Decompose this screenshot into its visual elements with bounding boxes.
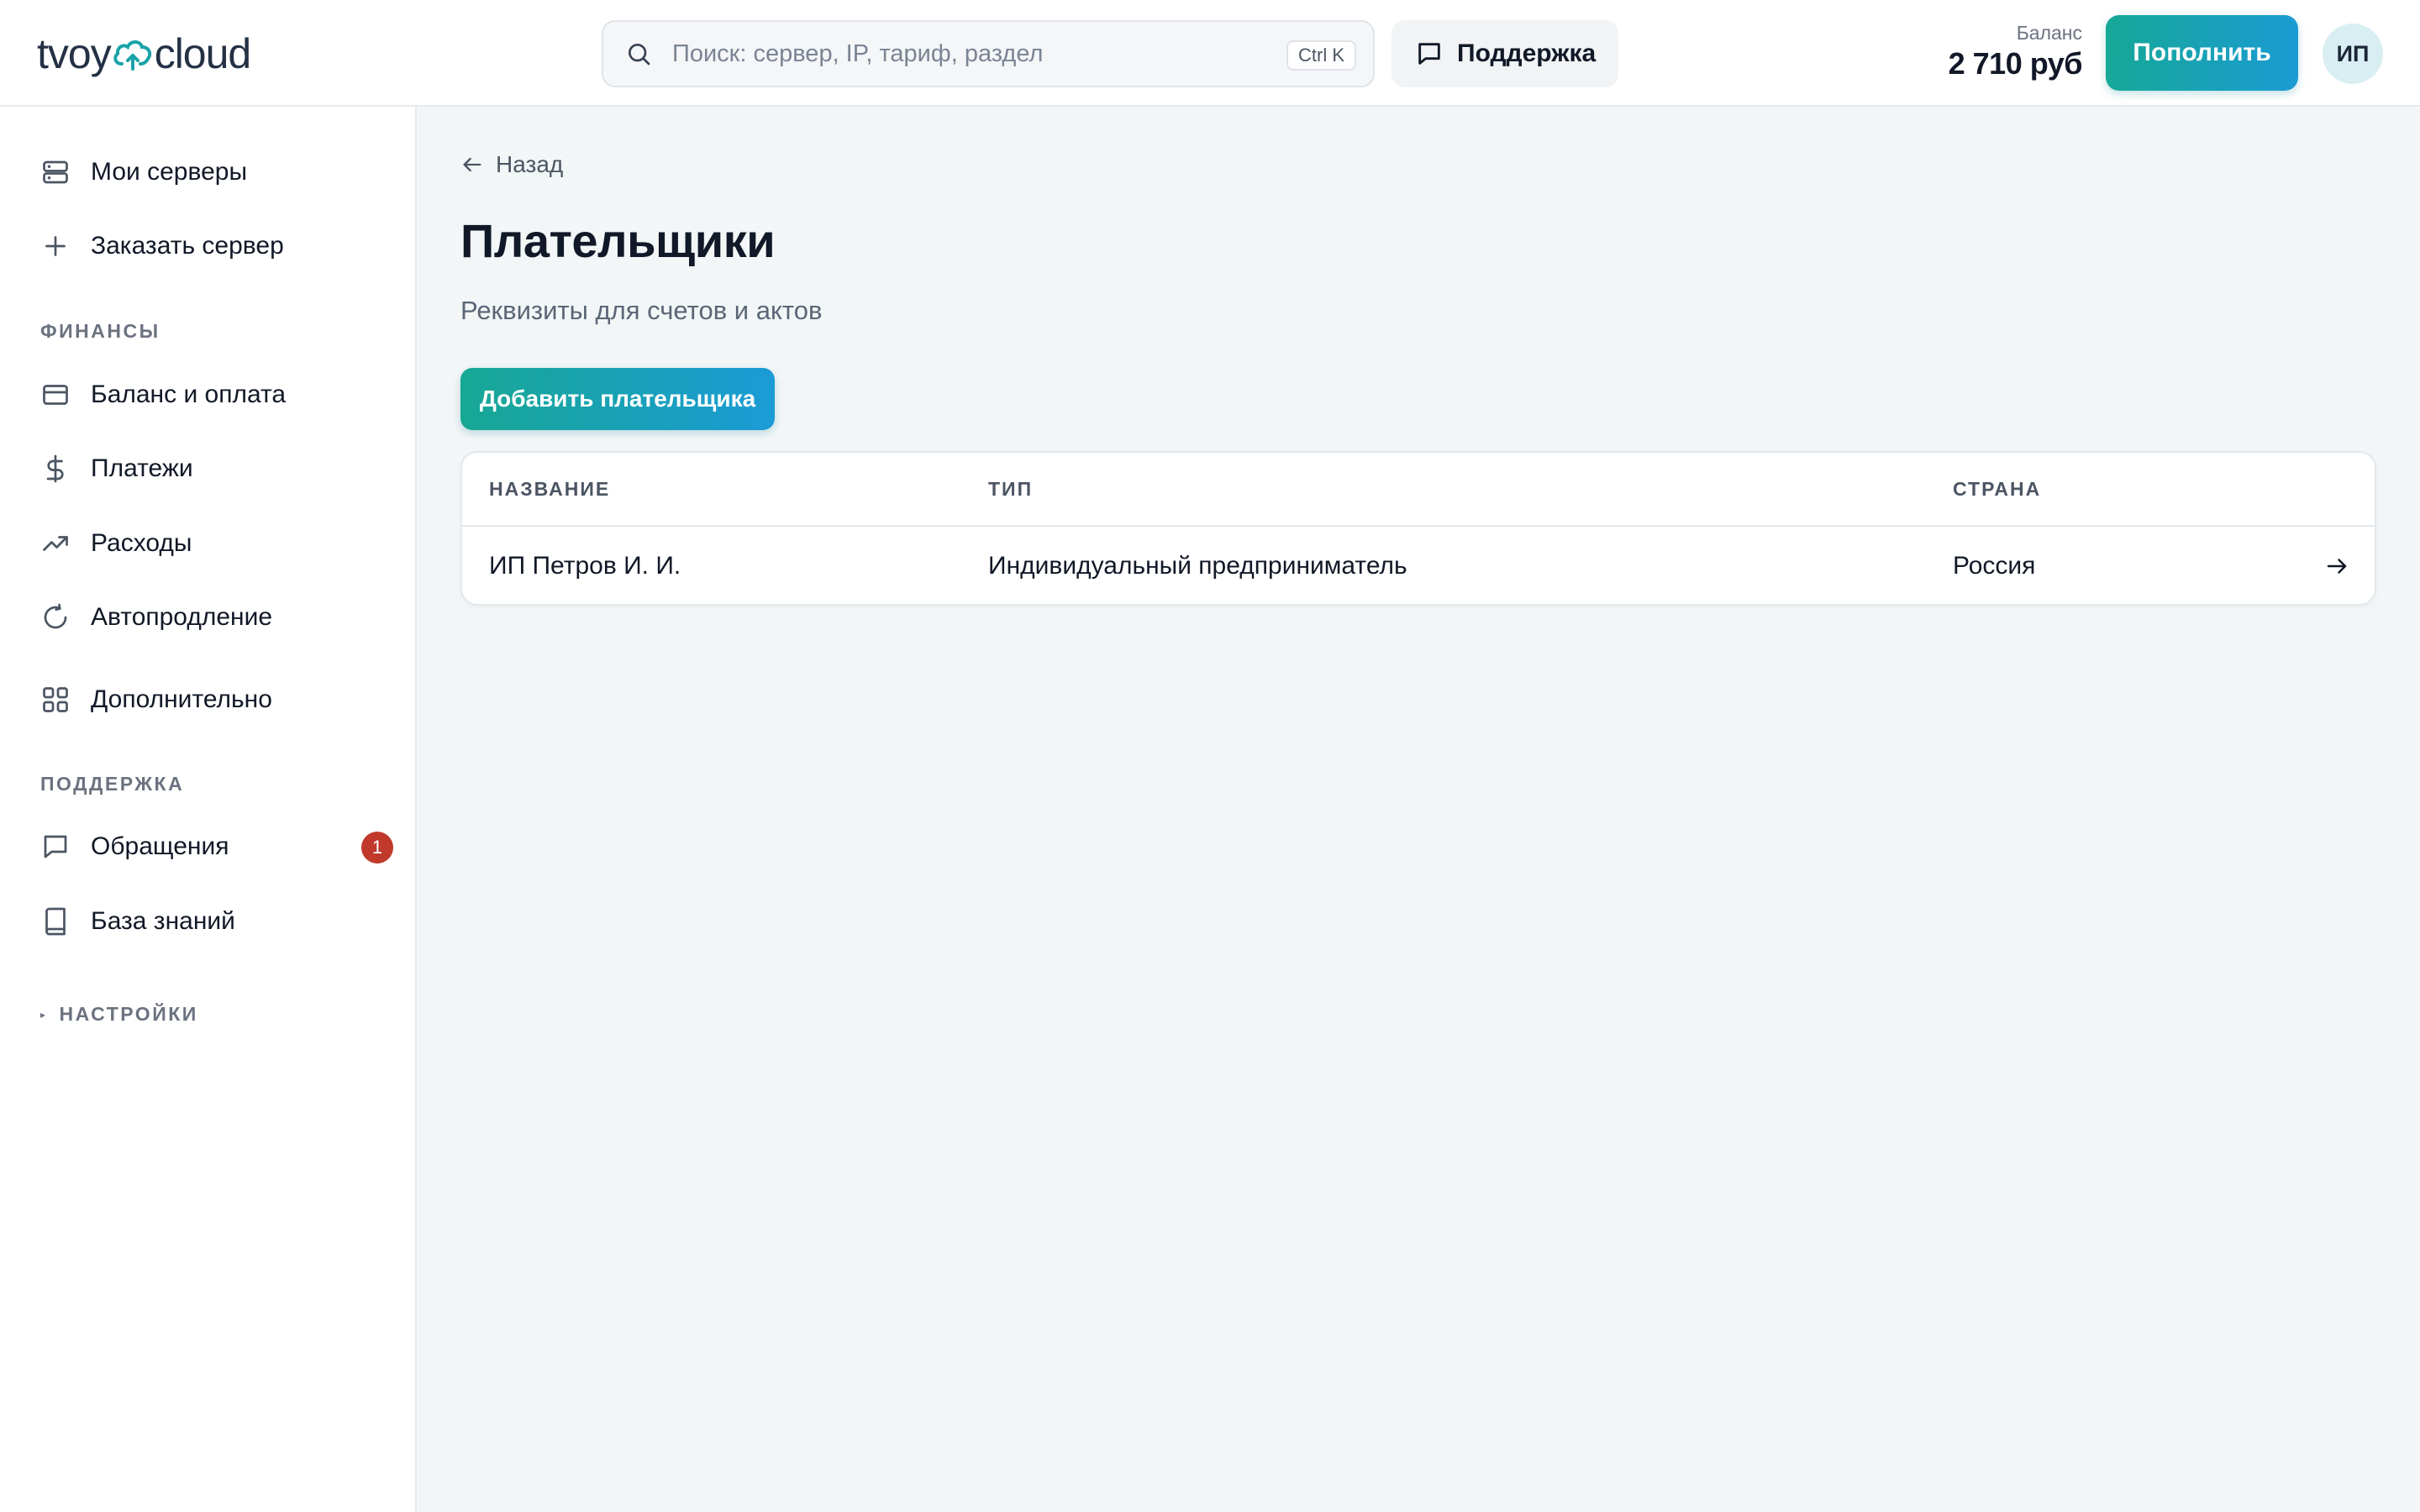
payer-type: Индивидуальный предприниматель <box>988 552 1407 580</box>
search-shortcut-hint: Ctrl K <box>1286 40 1356 71</box>
page-subtitle: Реквизиты для счетов и актов <box>460 296 823 325</box>
global-search[interactable]: Ctrl K <box>602 20 1375 87</box>
balance-label: Баланс <box>2016 22 2082 44</box>
back-link-label: Назад <box>496 151 564 177</box>
grid-icon <box>43 687 68 712</box>
column-header-name: НАЗВАНИЕ <box>489 478 611 500</box>
back-link[interactable]: Назад <box>460 151 563 178</box>
cloud-logo-icon <box>113 40 151 71</box>
page-title: Плательщики <box>460 214 776 267</box>
sidebar-item-tickets[interactable]: Обращения 1 <box>40 822 393 872</box>
plus-icon <box>45 236 66 256</box>
support-button[interactable]: Поддержка <box>1392 20 1618 87</box>
table-row[interactable]: ИП Петров И. И. Индивидуальный предприни… <box>462 527 2375 604</box>
caret-right-icon: ▸ <box>40 1008 48 1021</box>
user-avatar[interactable]: ИП <box>2323 24 2383 84</box>
payer-country: Россия <box>1953 552 2036 580</box>
trending-up-icon <box>43 536 68 551</box>
table-header: НАЗВАНИЕ ТИП СТРАНА <box>462 453 2375 527</box>
sidebar-item-expenses[interactable]: Расходы <box>40 518 393 569</box>
sidebar-item-my-servers[interactable]: Мои серверы <box>40 147 393 197</box>
sidebar-item-label: Платежи <box>91 454 193 482</box>
message-icon <box>1418 43 1440 65</box>
arrow-right-icon[interactable] <box>2324 554 2349 579</box>
top-bar: tvoy cloud Ctrl K Поддержка Баланс 2 710… <box>0 0 2420 107</box>
sidebar-item-label: Автопродление <box>91 603 273 631</box>
sidebar-item-additional[interactable]: Дополнительно <box>40 675 393 725</box>
message-icon <box>44 835 67 858</box>
sidebar-item-label: Баланс и оплата <box>91 381 287 408</box>
server-icon <box>43 160 68 184</box>
section-title-support: ПОДДЕРЖКА <box>40 773 185 795</box>
support-button-label: Поддержка <box>1457 39 1597 67</box>
search-icon <box>629 44 650 66</box>
tickets-count-badge: 1 <box>361 832 393 864</box>
add-payer-button[interactable]: Добавить плательщика <box>460 368 775 430</box>
sidebar-item-balance[interactable]: Баланс и оплата <box>40 370 393 420</box>
topup-button[interactable]: Пополнить <box>2106 15 2298 91</box>
sidebar: Мои серверы Заказать сервер ФИНАНСЫ Бала… <box>0 107 417 1512</box>
logo[interactable]: tvoy cloud <box>37 29 252 79</box>
balance-value: 2 710 руб <box>1948 46 2083 81</box>
settings-section-toggle[interactable]: ▸ НАСТРОЙКИ <box>40 1003 198 1026</box>
book-icon <box>45 907 66 936</box>
sidebar-item-label: Мои серверы <box>91 158 248 186</box>
section-title-finance: ФИНАНСЫ <box>40 320 160 342</box>
sidebar-item-autorenew[interactable]: Автопродление <box>40 592 393 643</box>
arrow-left-icon <box>463 157 481 172</box>
sidebar-item-label: Заказать сервер <box>91 232 284 260</box>
sidebar-item-knowledge-base[interactable]: База знаний <box>40 896 393 947</box>
sidebar-item-label: Дополнительно <box>91 685 272 713</box>
payers-table: НАЗВАНИЕ ТИП СТРАНА ИП Петров И. И. Инди… <box>460 451 2376 606</box>
payer-name: ИП Петров И. И. <box>489 552 681 580</box>
search-input[interactable] <box>672 39 1260 68</box>
logo-text-cloud: cloud <box>154 30 252 77</box>
logo-text-tvoy: tvoy <box>37 30 112 77</box>
dollar-icon <box>46 454 64 483</box>
column-header-type: ТИП <box>988 478 1034 500</box>
sidebar-item-payments[interactable]: Платежи <box>40 444 393 494</box>
sidebar-item-order-server[interactable]: Заказать сервер <box>40 221 393 271</box>
sidebar-item-label: База знаний <box>91 907 235 935</box>
sidebar-item-label: Обращения <box>91 832 229 860</box>
section-title-settings: НАСТРОЙКИ <box>59 1003 198 1025</box>
sidebar-item-label: Расходы <box>91 529 192 557</box>
refresh-icon <box>44 603 67 629</box>
column-header-country: СТРАНА <box>1953 478 2042 500</box>
credit-card-icon <box>43 385 68 405</box>
balance-display: Баланс 2 710 руб <box>1948 22 2083 81</box>
